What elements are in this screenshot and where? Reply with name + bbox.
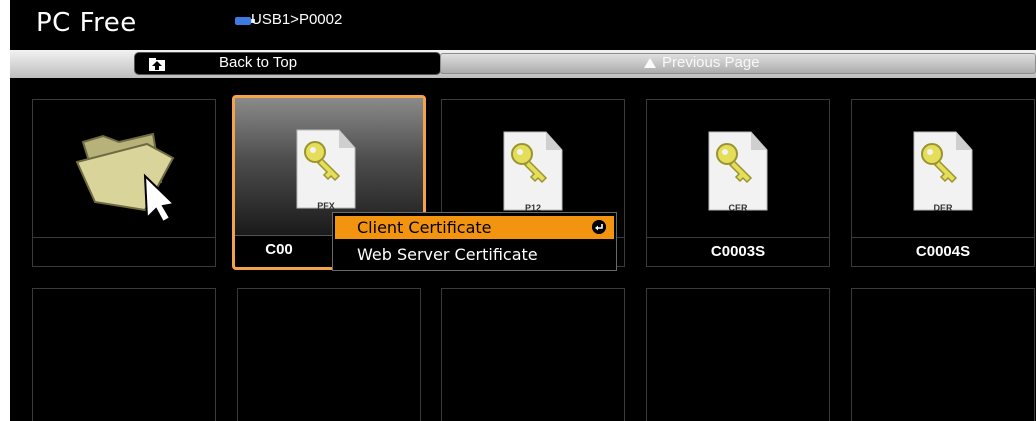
file-type-label: PFX (317, 201, 335, 211)
back-to-top-icon (149, 58, 165, 71)
tile-filename: C0003S (710, 243, 766, 260)
empty-tile (646, 288, 830, 421)
empty-tile (441, 288, 625, 421)
tile-namebar: C0004S (852, 237, 1034, 266)
folder-up-icon (75, 132, 177, 222)
file-type-label: CER (728, 203, 748, 213)
back-to-top-button[interactable]: Back to Top (135, 53, 440, 74)
screen: PC Free USB1>P0002 Back to Top Previous … (10, 0, 1036, 421)
empty-tile (851, 288, 1035, 421)
usb-icon (235, 17, 255, 25)
key-document-icon (503, 131, 563, 211)
menu-item-web-server-certificate[interactable]: Web Server Certificate (335, 242, 614, 267)
back-to-top-label: Back to Top (219, 54, 298, 71)
menu-item-label: Client Certificate (357, 218, 492, 237)
key-document-icon (296, 129, 356, 209)
tile-thumbnail (33, 100, 215, 237)
previous-page-label: Previous Page (662, 54, 760, 71)
key-document-icon (913, 131, 973, 211)
file-type-label: DER (933, 203, 953, 213)
key-document-icon (708, 131, 768, 211)
file-tile-cer[interactable]: CER C0003S (646, 99, 830, 267)
menu-item-label: Web Server Certificate (357, 245, 538, 264)
empty-tile (32, 288, 216, 421)
previous-page-button[interactable]: Previous Page (440, 53, 1036, 74)
app-title: PC Free (36, 8, 137, 38)
tile-thumbnail: CER (647, 100, 829, 237)
tile-filename: C0004S (915, 243, 971, 260)
tile-namebar: C0003S (647, 237, 829, 266)
toolbar: Back to Top Previous Page (10, 50, 1036, 78)
menu-item-client-certificate[interactable]: Client Certificate (335, 216, 614, 239)
usb-path: USB1>P0002 (251, 11, 343, 28)
file-tile-der[interactable]: DER C0004S (851, 99, 1035, 267)
enter-icon (592, 220, 606, 234)
up-arrow-icon (644, 58, 656, 68)
tile-thumbnail: DER (852, 100, 1034, 237)
context-menu: Client Certificate Web Server Certificat… (332, 212, 617, 271)
empty-tile (237, 288, 421, 421)
